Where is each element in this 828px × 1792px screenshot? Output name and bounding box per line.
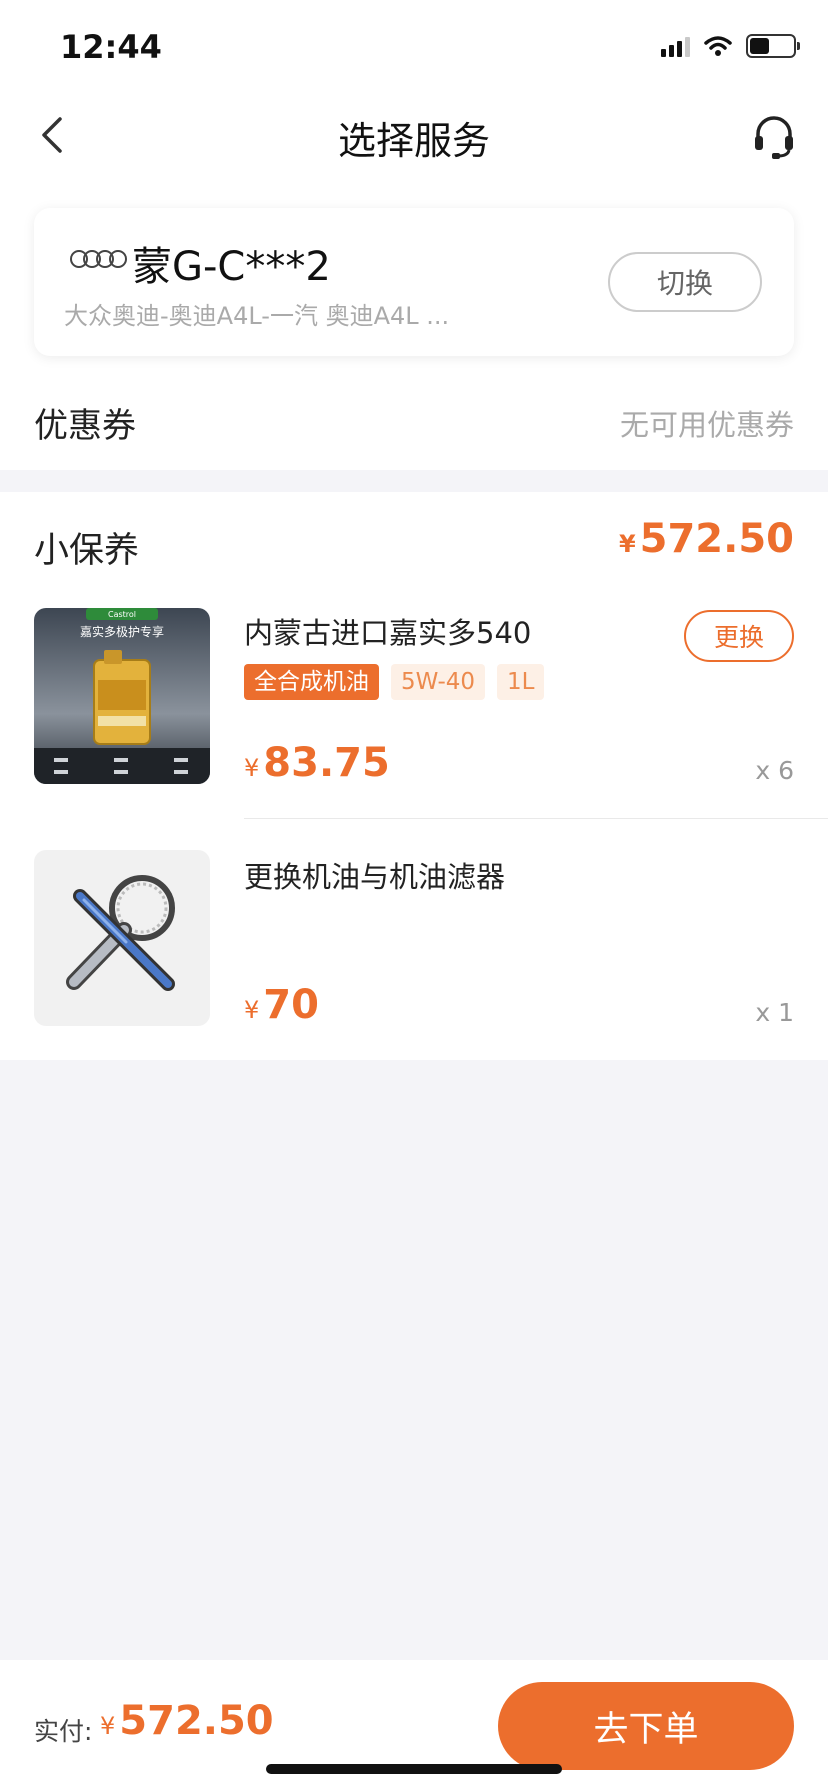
wrench-screwdriver-icon <box>66 875 175 991</box>
status-icons <box>661 34 800 58</box>
currency-symbol: ¥ <box>244 996 260 1024</box>
item-name: 内蒙古进口嘉实多540 <box>244 616 532 650</box>
tag-oil-type: 全合成机油 <box>244 664 379 700</box>
signal-icon <box>661 35 690 57</box>
license-plate: 蒙G-C***2 <box>132 244 331 290</box>
currency-symbol: ¥ <box>618 530 636 558</box>
status-time: 12:44 <box>60 28 162 66</box>
item-quantity: x 1 <box>755 998 794 1027</box>
item-tags: 全合成机油 5W-40 1L <box>244 664 545 700</box>
currency-symbol: ¥ <box>100 1712 116 1740</box>
item-price: ¥70 <box>244 982 319 1028</box>
item-price: ¥83.75 <box>244 740 390 786</box>
tag-viscosity: 5W-40 <box>391 664 486 700</box>
page-title: 选择服务 <box>337 119 490 163</box>
vehicle-card: 蒙G-C***2 大众奥迪-奥迪A4L-一汽 奥迪A4L ... 切换 <box>34 208 794 356</box>
item-price-amount: 83.75 <box>263 740 390 786</box>
pay-amount-value: 572.50 <box>119 1698 274 1744</box>
wifi-icon <box>704 36 732 56</box>
service-total-amount: 572.50 <box>639 516 794 562</box>
place-order-button[interactable]: 去下单 <box>498 1682 794 1770</box>
replace-product-button[interactable]: 更换 <box>684 610 794 662</box>
vehicle-model: 大众奥迪-奥迪A4L-一汽 奥迪A4L ... <box>64 302 450 330</box>
home-indicator[interactable] <box>266 1764 562 1774</box>
pay-amount: ¥572.50 <box>100 1698 274 1744</box>
customer-service-icon[interactable] <box>750 112 798 160</box>
service-title: 小保养 <box>34 531 140 571</box>
item-name: 更换机油与机油滤器 <box>244 860 506 894</box>
service-section: 小保养 ¥572.50 Castrol 嘉实多极护专享 内蒙古进口嘉实多540 … <box>0 492 828 1060</box>
product-image-brand: Castrol <box>108 610 136 619</box>
tag-volume: 1L <box>497 664 545 700</box>
audi-logo-icon <box>70 250 127 268</box>
coupon-value[interactable]: 无可用优惠券 <box>620 402 794 444</box>
tools-image[interactable] <box>34 850 210 1026</box>
currency-symbol: ¥ <box>244 754 260 782</box>
service-total: ¥572.50 <box>619 516 794 562</box>
item-divider <box>244 818 828 819</box>
switch-vehicle-button[interactable]: 切换 <box>608 252 762 312</box>
oil-product-image[interactable]: Castrol 嘉实多极护专享 <box>34 608 210 784</box>
pay-label: 实付: <box>34 1717 93 1746</box>
product-image-headline: 嘉实多极护专享 <box>80 624 164 639</box>
coupon-label: 优惠券 <box>34 406 136 446</box>
item-quantity: x 6 <box>755 756 794 785</box>
battery-icon <box>746 34 800 58</box>
item-price-amount: 70 <box>263 982 319 1028</box>
